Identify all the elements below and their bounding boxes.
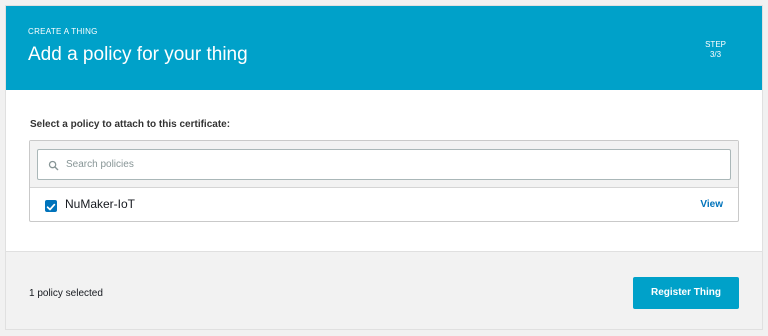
selected-count: 1 policy selected [29, 288, 103, 299]
policy-row[interactable]: NuMaker-IoT View [30, 189, 738, 222]
policy-selector: Search policies NuMaker-IoT View [29, 140, 739, 222]
search-icon [48, 160, 59, 171]
search-input[interactable]: Search policies [37, 149, 731, 180]
page-title: Add a policy for your thing [28, 44, 248, 65]
step-label: STEP [705, 40, 726, 49]
search-placeholder: Search policies [66, 159, 134, 170]
search-area: Search policies [30, 141, 738, 188]
policy-checkbox[interactable] [45, 200, 57, 212]
checkmark-icon [46, 203, 56, 211]
create-thing-card: CREATE A THING Add a policy for your thi… [5, 5, 763, 330]
wizard-header: CREATE A THING Add a policy for your thi… [6, 6, 762, 90]
register-thing-button[interactable]: Register Thing [633, 277, 739, 309]
view-policy-link[interactable]: View [700, 199, 723, 210]
step-indicator: STEP 3/3 [705, 40, 726, 60]
wizard-footer: 1 policy selected Register Thing [6, 251, 762, 329]
wizard-eyebrow: CREATE A THING [28, 27, 98, 36]
policy-name: NuMaker-IoT [65, 197, 136, 211]
policy-prompt: Select a policy to attach to this certif… [30, 119, 231, 130]
step-value: 3/3 [709, 50, 722, 59]
